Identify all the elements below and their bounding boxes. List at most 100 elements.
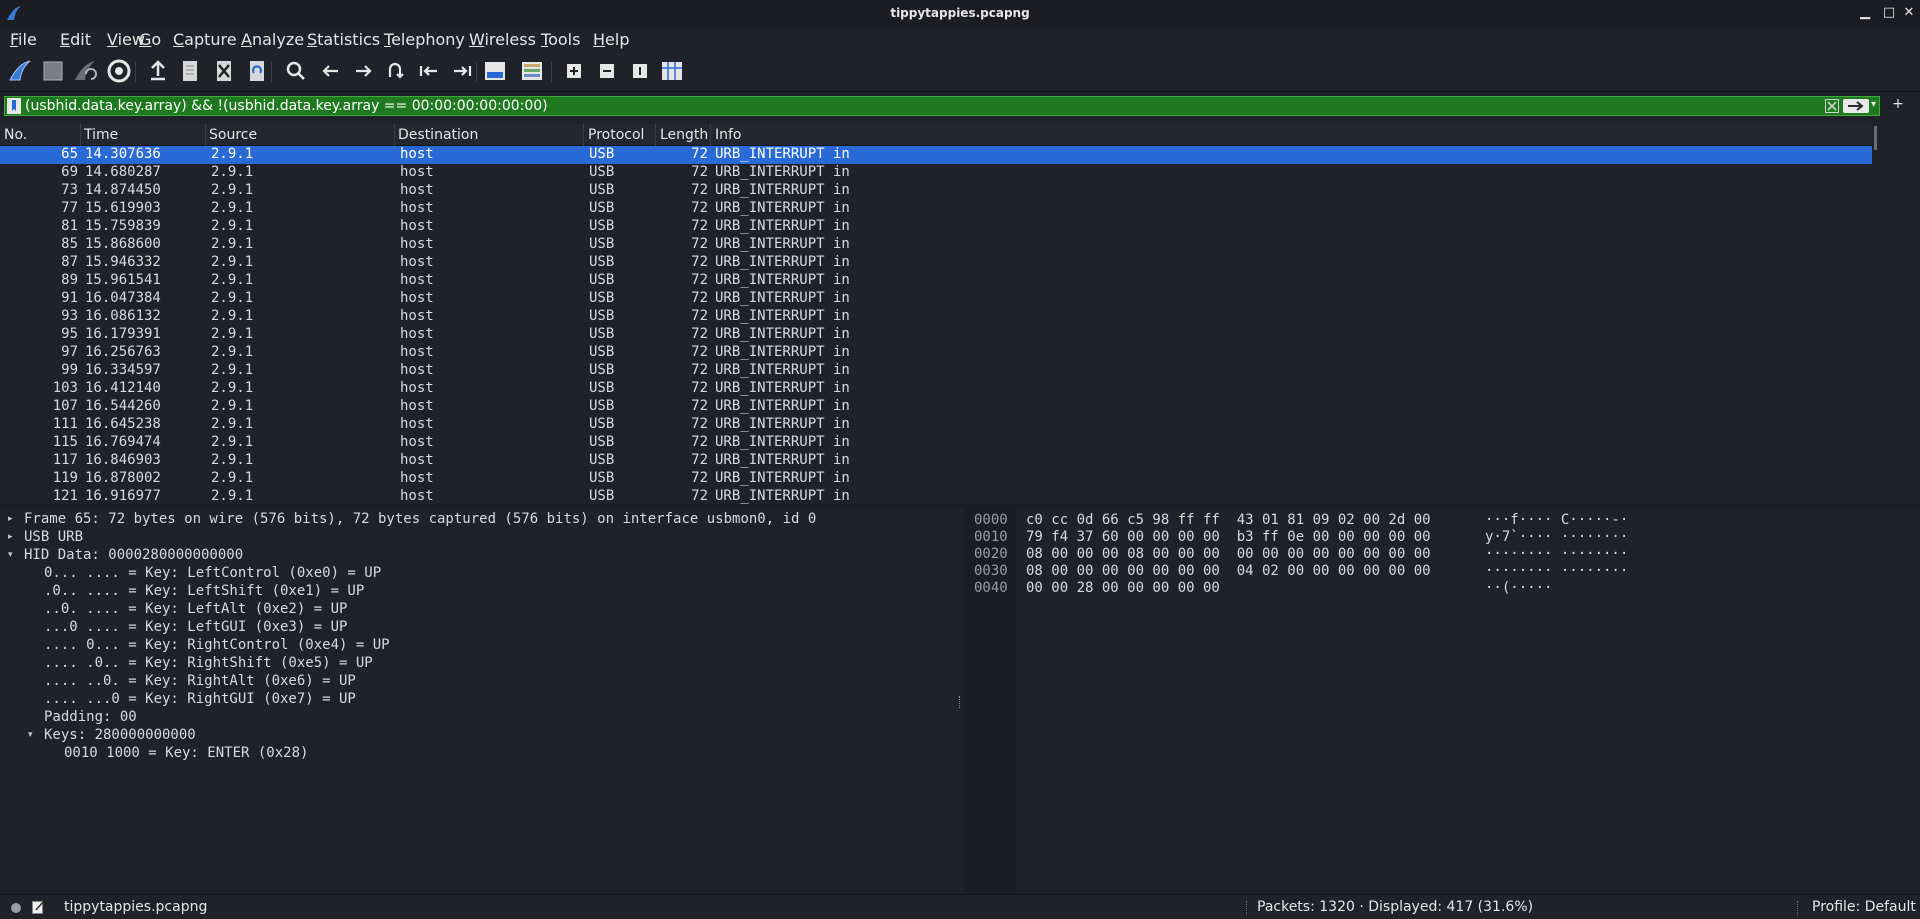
bytes-ascii[interactable]: ···f···· C·····-· [1485,512,1628,528]
status-profile[interactable]: Profile: Default [1812,899,1916,915]
chevron-right-icon[interactable]: ▸ [8,532,13,542]
normal-size-icon[interactable] [627,58,653,84]
go-back-icon[interactable] [318,58,344,84]
detail-line[interactable]: .... ..0. = Key: RightAlt (0xe6) = UP [44,673,356,689]
menu-wireless[interactable]: Wireless [469,30,536,49]
detail-line[interactable]: .0.. .... = Key: LeftShift (0xe1) = UP [44,583,364,599]
table-row[interactable]: 93 16.086132 2.9.1 host USB 72 URB_INTERRUPT i… [0,308,1872,326]
menu-tools[interactable]: Tools [541,30,580,49]
table-row[interactable]: 89 15.961541 2.9.1 host USB 72 URB_INTERRUPT i… [0,272,1872,290]
bytes-hex[interactable]: 79 f4 37 60 00 00 00 00 b3 ff 0e 00 00 0… [1026,529,1431,545]
display-filter-bar[interactable]: (usbhid.data.key.array) && !(usbhid.data… [4,96,1880,116]
menu-capture[interactable]: Capture [173,30,237,49]
reload-file-icon[interactable] [244,58,270,84]
resize-columns-icon[interactable] [659,58,685,84]
detail-line[interactable]: ..0. .... = Key: LeftAlt (0xe2) = UP [44,601,347,617]
table-row[interactable]: 121 16.916977 2.9.1 host USB 72 URB_INTERRUPT … [0,488,1872,504]
start-capture-icon[interactable] [7,58,33,84]
table-row[interactable]: 95 16.179391 2.9.1 host USB 72 URB_INTERRUPT i… [0,326,1872,344]
bytes-hex[interactable]: 00 00 28 00 00 00 00 00 [1026,580,1220,596]
table-row[interactable]: 85 15.868600 2.9.1 host USB 72 URB_INTERRUPT i… [0,236,1872,254]
table-row[interactable]: 87 15.946332 2.9.1 host USB 72 URB_INTERRUPT i… [0,254,1872,272]
table-row[interactable]: 103 16.412140 2.9.1 host USB 72 URB_INTERRUPT … [0,380,1872,398]
table-row[interactable]: 91 16.047384 2.9.1 host USB 72 URB_INTERRUPT i… [0,290,1872,308]
apply-filter-icon[interactable] [1843,99,1869,113]
file-icon[interactable] [177,58,203,84]
table-row[interactable]: 81 15.759839 2.9.1 host USB 72 URB_INTERRUPT i… [0,218,1872,236]
chevron-down-icon[interactable]: ▾ [8,550,13,560]
chevron-right-icon[interactable]: ▸ [8,514,13,524]
table-row[interactable]: 119 16.878002 2.9.1 host USB 72 URB_INTERRUPT … [0,470,1872,488]
detail-line[interactable]: 0010 1000 = Key: ENTER (0x28) [64,745,308,761]
table-row[interactable]: 115 16.769474 2.9.1 host USB 72 URB_INTERRUPT … [0,434,1872,452]
add-filter-button[interactable]: + [1888,96,1908,116]
bytes-hex[interactable]: c0 cc 0d 66 c5 98 ff ff 43 01 81 09 02 0… [1026,512,1431,528]
column-header-info[interactable]: Info [715,127,742,143]
detail-line[interactable]: HID Data: 0000280000000000 [24,547,243,563]
capture-options-icon[interactable] [106,58,132,84]
autoscroll-icon[interactable] [482,58,508,84]
detail-line[interactable]: ...0 .... = Key: LeftGUI (0xe3) = UP [44,619,347,635]
close-file-icon[interactable] [211,58,237,84]
chevron-down-icon[interactable]: ▾ [28,730,33,740]
colorize-icon[interactable] [519,58,545,84]
bytes-ascii[interactable]: ··(····· [1485,580,1552,596]
column-header-time[interactable]: Time [84,127,118,143]
details-bytes-splitter[interactable] [956,508,964,894]
restart-capture-icon[interactable] [72,58,98,84]
maximize-button[interactable]: □ [1880,4,1898,22]
detail-line[interactable]: USB URB [24,529,83,545]
capture-comments-icon[interactable] [32,900,45,914]
column-header-protocol[interactable]: Protocol [588,127,644,143]
display-filter-input[interactable]: (usbhid.data.key.array) && !(usbhid.data… [25,98,548,114]
last-packet-icon[interactable] [449,58,475,84]
table-row[interactable]: 111 16.645238 2.9.1 host USB 72 URB_INTERRUPT … [0,416,1872,434]
open-file-icon[interactable] [145,58,171,84]
detail-line[interactable]: Frame 65: 72 bytes on wire (576 bits), 7… [24,511,816,527]
detail-line[interactable]: .... .0.. = Key: RightShift (0xe5) = UP [44,655,373,671]
menu-statistics[interactable]: Statistics [307,30,380,49]
table-row[interactable]: 77 15.619903 2.9.1 host USB 72 URB_INTERRUPT i… [0,200,1872,218]
bookmark-icon[interactable] [7,98,21,114]
bytes-ascii[interactable]: ········ ········ [1485,563,1628,579]
table-row[interactable]: 107 16.544260 2.9.1 host USB 72 URB_INTERRUPT … [0,398,1872,416]
find-packet-icon[interactable] [283,58,309,84]
menu-analyze[interactable]: Analyze [241,30,304,49]
packet-list[interactable]: No. Time Source Destination Protocol Len… [0,124,1872,504]
detail-line[interactable]: Keys: 280000000000 [44,727,196,743]
bytes-ascii[interactable]: ········ ········ [1485,546,1628,562]
column-header-no[interactable]: No. [4,127,27,143]
detail-line[interactable]: .... 0... = Key: RightControl (0xe4) = U… [44,637,390,653]
menu-file[interactable]: File [10,30,37,49]
column-header-length[interactable]: Length [660,127,708,143]
packet-bytes-pane[interactable]: 0000 c0 cc 0d 66 c5 98 ff ff 43 01 81 09 … [964,508,1920,894]
close-button[interactable]: ✕ [1900,4,1918,22]
table-row[interactable]: 99 16.334597 2.9.1 host USB 72 URB_INTERRUPT i… [0,362,1872,380]
filter-history-chevron-icon[interactable]: ▾ [1871,99,1876,110]
bytes-hex[interactable]: 08 00 00 00 08 00 00 00 00 00 00 00 00 0… [1026,546,1431,562]
go-forward-icon[interactable] [350,58,376,84]
table-row[interactable]: 97 16.256763 2.9.1 host USB 72 URB_INTERRUPT i… [0,344,1872,362]
bytes-hex[interactable]: 08 00 00 00 00 00 00 00 04 02 00 00 00 0… [1026,563,1431,579]
clear-filter-icon[interactable] [1825,99,1839,113]
detail-line[interactable]: 0... .... = Key: LeftControl (0xe0) = UP [44,565,381,581]
stop-capture-icon[interactable] [40,58,66,84]
menu-go[interactable]: Go [139,30,161,49]
bytes-ascii[interactable]: y·7`···· ········ [1485,529,1628,545]
table-row[interactable]: 117 16.846903 2.9.1 host USB 72 URB_INTERRUPT … [0,452,1872,470]
column-header-destination[interactable]: Destination [398,127,478,143]
expert-info-icon[interactable] [10,902,22,914]
go-to-packet-icon[interactable] [382,58,408,84]
detail-line[interactable]: .... ...0 = Key: RightGUI (0xe7) = UP [44,691,356,707]
table-row[interactable]: 65 14.307636 2.9.1 host USB 72 URB_INTERRUPT i… [0,146,1872,164]
packet-details-tree[interactable]: ▸ Frame 65: 72 bytes on wire (576 bits), … [0,508,956,894]
table-row[interactable]: 69 14.680287 2.9.1 host USB 72 URB_INTERRUPT i… [0,164,1872,182]
packet-list-scrollbar[interactable] [1872,124,1882,504]
first-packet-icon[interactable] [416,58,442,84]
detail-line[interactable]: Padding: 00 [44,709,137,725]
menu-edit[interactable]: Edit [60,30,91,49]
table-row[interactable]: 73 14.874450 2.9.1 host USB 72 URB_INTERRUPT i… [0,182,1872,200]
menu-telephony[interactable]: Telephony [384,30,465,49]
minimize-button[interactable]: ▁ [1856,4,1874,22]
zoom-in-icon[interactable] [561,58,587,84]
